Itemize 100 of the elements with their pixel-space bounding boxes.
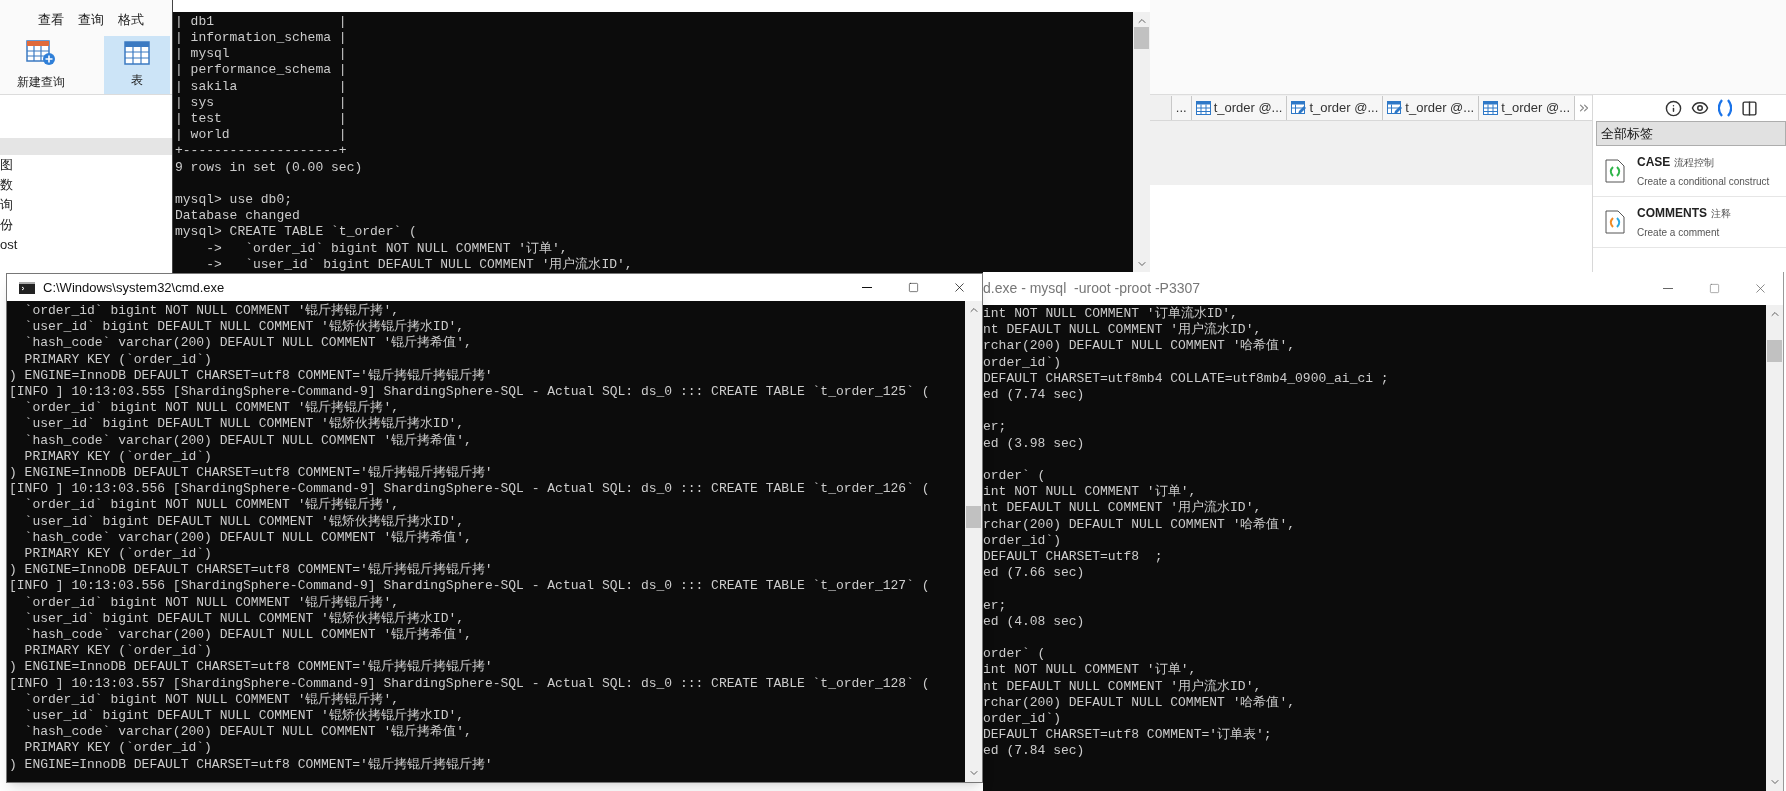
console-line: Database changed	[175, 208, 301, 225]
console-line: PRIMARY KEY (`order_id`)	[23, 546, 213, 563]
menu-item[interactable]: 格式	[118, 10, 144, 30]
console-line: ) ENGINE=InnoDB DEFAULT CHARSET=utf8 COMMENT='锟斤拷锟斤拷锟斤拷'	[9, 367, 494, 384]
console-line: mysql> use db0;	[175, 192, 294, 209]
console-line: `hash_code` varchar(200) DEFAULT NULL COMMENT '锟斤拷希值',	[23, 432, 473, 449]
console-line: ) ENGINE=InnoDB DEFAULT CHARSET=utf8 COMMENT='锟斤拷锟斤拷锟斤拷'	[9, 756, 494, 773]
console-line: -> `user_id` bigint DEFAULT NULL COMMENT '用户流水ID',	[205, 256, 634, 273]
sidebar-item[interactable]: 数	[0, 175, 172, 195]
console-icon	[19, 281, 35, 294]
console-line: | information_schema |	[175, 29, 348, 47]
info-icon[interactable]	[1665, 99, 1682, 117]
tab[interactable]: t_order @...	[1286, 96, 1383, 120]
console-line: `hash_code` varchar(200) DEFAULT NULL COMMENT '锟斤拷希值',	[23, 627, 473, 644]
console-line: ed (7.74 sec)	[983, 387, 1086, 404]
table-pencil-icon	[1291, 101, 1307, 115]
console-line: `user_id` bigint DEFAULT NULL COMMENT '锟矫伙拷锟斤拷水ID',	[23, 416, 466, 433]
columns-icon[interactable]	[1741, 99, 1758, 117]
console-line: -> `order_id` bigint NOT NULL COMMENT '订单',	[205, 240, 569, 257]
tag-filter-select[interactable]: 全部标签	[1596, 121, 1786, 146]
scroll-thumb[interactable]	[966, 506, 981, 528]
table-plus-icon	[26, 38, 56, 67]
console-line: [INFO ] 10:13:03.555 [ShardingSphere-Command-9] ShardingSphere-SQL - Actual SQL: ds_0 ::: CREATE TABLE `t_order_125` (	[9, 384, 931, 400]
console-line: order_id`)	[983, 711, 1062, 728]
console-line: `order_id` bigint NOT NULL COMMENT '锟斤拷锟斤拷',	[23, 400, 401, 416]
scrollbar[interactable]	[965, 301, 982, 782]
parentheses-icon[interactable]	[1718, 99, 1732, 117]
console-line: mysql> CREATE TABLE `t_order` (	[175, 224, 418, 241]
tab[interactable]: t_order @...	[1190, 96, 1287, 120]
maximize-icon	[1708, 283, 1720, 294]
console-line: `order_id` bigint NOT NULL COMMENT '锟斤拷锟斤拷',	[23, 594, 401, 611]
snippet-title: CASE	[1637, 154, 1671, 171]
console-line: `order_id` bigint NOT NULL COMMENT '锟斤拷锟斤拷',	[23, 691, 401, 708]
console-line: nt DEFAULT NULL COMMENT '用户流水ID',	[983, 678, 1263, 695]
console-line: er;	[983, 597, 1008, 614]
toolbar-button[interactable]: 表	[104, 35, 170, 94]
console-line: [INFO ] 10:13:03.557 [ShardingSphere-Command-9] ShardingSphere-SQL - Actual SQL: ds_0 ::: CREATE TABLE `t_order_128` (	[9, 675, 931, 692]
tab-scroll-button[interactable]	[1574, 96, 1592, 120]
console-line: `order_id` bigint NOT NULL COMMENT '锟斤拷锟斤拷',	[23, 303, 401, 319]
console-line: nt DEFAULT NULL COMMENT '用户流水ID',	[983, 322, 1263, 338]
snippet-description: Create a conditional construct	[1637, 175, 1770, 189]
snippet-item[interactable]: CASE 流程控制 Create a conditional construct	[1593, 146, 1786, 197]
console-line: | test |	[175, 111, 348, 128]
console-line: int NOT NULL COMMENT '订单流水ID',	[983, 306, 1239, 322]
console-line: PRIMARY KEY (`order_id`)	[23, 351, 213, 368]
snippet-tag: 流程控制	[1674, 155, 1715, 170]
console-line: nt DEFAULT NULL COMMENT '用户流水ID',	[983, 500, 1263, 517]
menu-item[interactable]: 查询	[78, 10, 104, 30]
sidebar-item[interactable]: ost	[0, 235, 172, 255]
console-line: `hash_code` varchar(200) DEFAULT NULL COMMENT '锟斤拷希值',	[23, 724, 473, 741]
menu-item[interactable]: 查看	[38, 10, 64, 30]
console-line: DEFAULT CHARSET=utf8mb4 COLLATE=utf8mb4_0900_ai_ci ;	[983, 370, 1390, 387]
console-line: ed (3.98 sec)	[983, 435, 1086, 452]
tab[interactable]: t_order @...	[1382, 96, 1479, 120]
snippet-file-icon	[1605, 159, 1625, 183]
scroll-thumb[interactable]	[1767, 340, 1782, 362]
console-line: rchar(200) DEFAULT NULL COMMENT '哈希值',	[983, 338, 1297, 355]
console-line: `user_id` bigint DEFAULT NULL COMMENT '锟矫伙拷锟斤拷水ID',	[23, 513, 466, 530]
snippet-title: COMMENTS	[1637, 205, 1707, 222]
console-line: rchar(200) DEFAULT NULL COMMENT '哈希值',	[983, 516, 1297, 533]
sidebar-item[interactable]: 份	[0, 215, 172, 235]
console-line: PRIMARY KEY (`order_id`)	[23, 740, 213, 757]
console-line: order` (	[983, 646, 1047, 663]
console-line: `user_id` bigint DEFAULT NULL COMMENT '锟矫伙拷锟斤拷水ID',	[23, 319, 466, 335]
console-line: PRIMARY KEY (`order_id`)	[23, 448, 213, 466]
console-line: | world |	[175, 127, 348, 144]
scrollbar[interactable]	[1133, 11, 1150, 273]
table-pencil-icon	[1387, 101, 1403, 115]
console-line: ed (4.08 sec)	[983, 613, 1086, 630]
toolbar-button[interactable]: 新建查询	[8, 35, 74, 94]
console-line: ) ENGINE=InnoDB DEFAULT CHARSET=utf8 COMMENT='锟斤拷锟斤拷锟斤拷'	[9, 659, 494, 676]
eye-icon[interactable]	[1691, 99, 1709, 117]
tab[interactable]: ...	[1170, 96, 1191, 120]
console-line: int NOT NULL COMMENT '订单',	[983, 662, 1198, 679]
scrollbar[interactable]	[1766, 305, 1783, 791]
snippet-item[interactable]: COMMENTS 注释 Create a comment	[1593, 197, 1786, 248]
snippet-description: Create a comment	[1637, 226, 1721, 240]
console-line: `order_id` bigint NOT NULL COMMENT '锟斤拷锟斤拷',	[23, 497, 401, 514]
console-line: order_id`)	[983, 532, 1062, 549]
console-line: ed (7.84 sec)	[983, 743, 1086, 760]
console-line: order` (	[983, 468, 1047, 485]
console-line: rchar(200) DEFAULT NULL COMMENT '哈希值',	[983, 694, 1297, 711]
sidebar-item[interactable]: 图	[0, 155, 172, 175]
maximize-icon	[907, 282, 919, 293]
console-line: `user_id` bigint DEFAULT NULL COMMENT '锟矫伙拷锟斤拷水ID',	[23, 708, 466, 724]
console-line: | sys |	[175, 94, 348, 111]
scroll-thumb[interactable]	[1134, 26, 1149, 49]
console-line: DEFAULT CHARSET=utf8 ;	[983, 549, 1164, 566]
console-line: ) ENGINE=InnoDB DEFAULT CHARSET=utf8 COMMENT='锟斤拷锟斤拷锟斤拷'	[9, 465, 494, 482]
console-line: | mysql |	[175, 46, 348, 63]
console-line: 9 rows in set (0.00 sec)	[175, 159, 364, 176]
console-line: [INFO ] 10:13:03.556 [ShardingSphere-Command-9] ShardingSphere-SQL - Actual SQL: ds_0 ::: CREATE TABLE `t_order_126` (	[9, 481, 931, 497]
tab[interactable]: t_order @...	[1478, 96, 1574, 120]
sidebar-item[interactable]: 询	[0, 195, 172, 215]
console-line: ) ENGINE=InnoDB DEFAULT CHARSET=utf8 COMMENT='锟斤拷锟斤拷锟斤拷'	[9, 562, 494, 579]
console-line: | sakila |	[175, 78, 348, 95]
console-line: int NOT NULL COMMENT '订单',	[983, 484, 1198, 500]
console-line: PRIMARY KEY (`order_id`)	[23, 643, 213, 660]
console-line: +--------------------+	[175, 143, 348, 160]
console-line: er;	[983, 419, 1008, 436]
